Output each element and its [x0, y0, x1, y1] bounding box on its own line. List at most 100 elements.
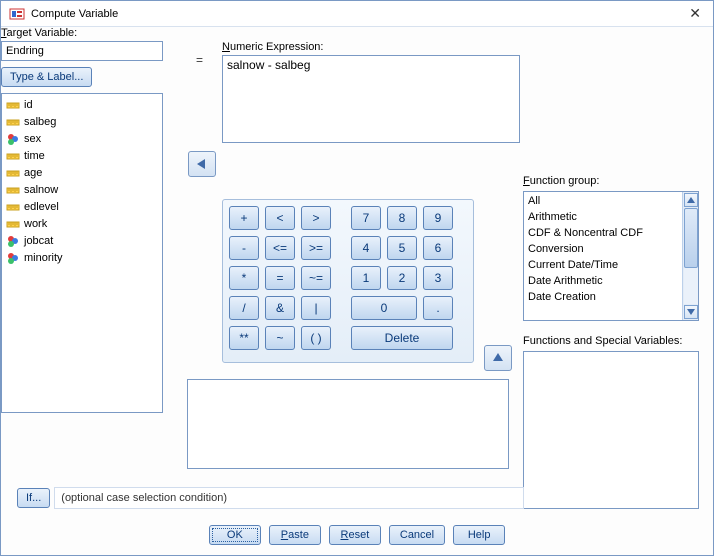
variable-name: id — [24, 99, 33, 111]
keypad-op-button[interactable]: ~ — [265, 326, 295, 350]
variable-item[interactable]: sex — [4, 130, 160, 147]
scroll-down-button[interactable] — [684, 305, 698, 319]
help-button[interactable]: Help — [453, 525, 505, 545]
compute-variable-dialog: Compute Variable ✕ Target Variable: Type… — [0, 0, 714, 556]
function-group-label: Function group: — [523, 175, 599, 187]
keypad-num-button[interactable]: 8 — [387, 206, 417, 230]
variable-name: time — [24, 150, 45, 162]
keypad-op-button[interactable]: > — [301, 206, 331, 230]
window-title: Compute Variable — [31, 8, 685, 20]
variable-name: age — [24, 167, 42, 179]
variable-name: jobcat — [24, 235, 53, 247]
keypad-op-button[interactable]: ( ) — [301, 326, 331, 350]
variable-name: sex — [24, 133, 41, 145]
target-variable-input[interactable] — [1, 41, 163, 61]
keypad-num-button[interactable]: 5 — [387, 236, 417, 260]
keypad-op-button[interactable]: = — [265, 266, 295, 290]
nominal-icon — [6, 132, 20, 146]
variable-item[interactable]: jobcat — [4, 232, 160, 249]
keypad-op-button[interactable]: < — [265, 206, 295, 230]
functions-special-vars-list[interactable] — [523, 351, 699, 509]
numeric-expression-label: Numeric Expression: — [222, 41, 520, 53]
variable-name: salnow — [24, 184, 58, 196]
scroll-thumb[interactable] — [684, 208, 698, 268]
description-area — [187, 379, 509, 469]
function-group-item[interactable]: CDF & Noncentral CDF — [526, 225, 680, 241]
keypad-op-button[interactable]: | — [301, 296, 331, 320]
function-group-item[interactable]: Date Arithmetic — [526, 273, 680, 289]
keypad-op-button[interactable]: * — [229, 266, 259, 290]
scroll-up-button[interactable] — [684, 193, 698, 207]
keypad-op-button[interactable]: / — [229, 296, 259, 320]
keypad-num-button[interactable]: . — [423, 296, 453, 320]
keypad-op-button[interactable]: <= — [265, 236, 295, 260]
function-group-item[interactable]: Date Creation — [526, 289, 680, 305]
keypad-delete-button[interactable]: Delete — [351, 326, 453, 350]
dialog-button-row: OK Paste Reset Cancel Help — [1, 525, 713, 545]
keypad-num-button[interactable]: 6 — [423, 236, 453, 260]
variable-name: edlevel — [24, 201, 59, 213]
reset-button[interactable]: Reset — [329, 525, 381, 545]
move-to-expression-button[interactable] — [188, 151, 216, 177]
scale-icon — [6, 98, 20, 112]
insert-function-button[interactable] — [484, 345, 512, 371]
variable-item[interactable]: edlevel — [4, 198, 160, 215]
functions-special-vars-label: Functions and Special Variables: — [523, 335, 682, 347]
scale-icon — [6, 115, 20, 129]
variable-list[interactable]: id salbeg sex time age salnow edlevel work jobca… — [1, 93, 163, 413]
target-variable-label: Target Variable: — [1, 27, 163, 39]
variable-item[interactable]: minority — [4, 249, 160, 266]
arrow-left-icon — [195, 158, 209, 170]
calculator-keypad: +<>789 -<=>= 456 *=~= 123 /&| 0. **~( ) Delete — [222, 199, 474, 363]
numeric-expression-input[interactable] — [222, 55, 520, 143]
scrollbar[interactable] — [682, 192, 698, 320]
keypad-op-button[interactable]: & — [265, 296, 295, 320]
function-group-item[interactable]: Current Date/Time — [526, 257, 680, 273]
function-group-item[interactable]: All — [526, 193, 680, 209]
scroll-track[interactable] — [684, 208, 698, 304]
variable-item[interactable]: age — [4, 164, 160, 181]
keypad-num-button[interactable]: 4 — [351, 236, 381, 260]
variable-name: work — [24, 218, 47, 230]
titlebar: Compute Variable ✕ — [1, 1, 713, 27]
keypad-num-button[interactable]: 7 — [351, 206, 381, 230]
if-button[interactable]: If... — [17, 488, 50, 508]
keypad-op-button[interactable]: - — [229, 236, 259, 260]
keypad-op-button[interactable]: ** — [229, 326, 259, 350]
function-group-list[interactable]: AllArithmeticCDF & Noncentral CDFConvers… — [523, 191, 699, 321]
dialog-content: Target Variable: Type & Label... id salbe… — [1, 27, 713, 555]
cancel-button[interactable]: Cancel — [389, 525, 445, 545]
nominal-icon — [6, 251, 20, 265]
keypad-num-button[interactable]: 0 — [351, 296, 417, 320]
type-and-label-button[interactable]: Type & Label... — [1, 67, 92, 87]
if-condition-display: (optional case selection condition) — [54, 487, 524, 509]
arrow-up-icon — [492, 351, 504, 365]
scale-icon — [6, 200, 20, 214]
variable-item[interactable]: time — [4, 147, 160, 164]
app-icon — [9, 6, 25, 22]
keypad-op-button[interactable]: >= — [301, 236, 331, 260]
scale-icon — [6, 217, 20, 231]
keypad-num-button[interactable]: 3 — [423, 266, 453, 290]
function-group-item[interactable]: Conversion — [526, 241, 680, 257]
variable-item[interactable]: salbeg — [4, 113, 160, 130]
variable-name: minority — [24, 252, 63, 264]
paste-button[interactable]: Paste — [269, 525, 321, 545]
variable-item[interactable]: id — [4, 96, 160, 113]
keypad-num-button[interactable]: 2 — [387, 266, 417, 290]
keypad-op-button[interactable]: + — [229, 206, 259, 230]
nominal-icon — [6, 234, 20, 248]
close-button[interactable]: ✕ — [685, 5, 705, 22]
scale-icon — [6, 183, 20, 197]
keypad-op-button[interactable]: ~= — [301, 266, 331, 290]
function-group-item[interactable]: Arithmetic — [526, 209, 680, 225]
scale-icon — [6, 166, 20, 180]
variable-item[interactable]: work — [4, 215, 160, 232]
variable-name: salbeg — [24, 116, 56, 128]
ok-button[interactable]: OK — [209, 525, 261, 545]
variable-item[interactable]: salnow — [4, 181, 160, 198]
keypad-num-button[interactable]: 1 — [351, 266, 381, 290]
scale-icon — [6, 149, 20, 163]
keypad-num-button[interactable]: 9 — [423, 206, 453, 230]
equals-sign: = — [196, 53, 203, 67]
